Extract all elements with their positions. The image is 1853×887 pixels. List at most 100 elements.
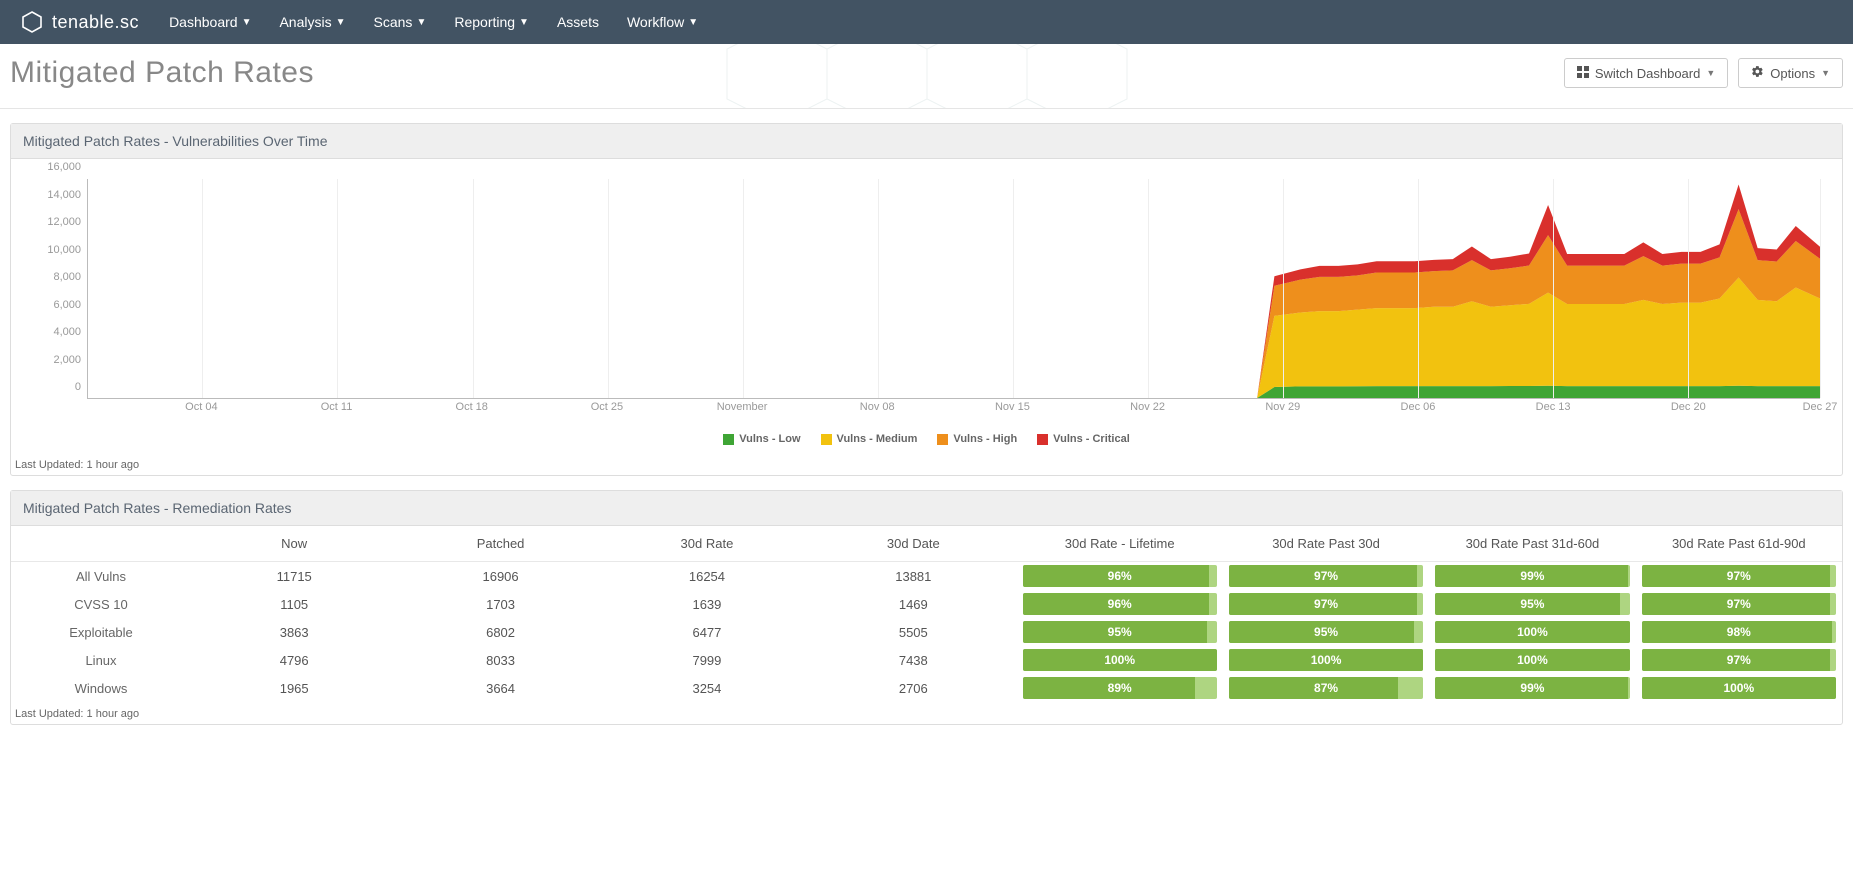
gridline <box>1688 179 1689 398</box>
page-actions: Switch Dashboard ▼ Options ▼ <box>1564 58 1843 88</box>
gridline <box>473 179 474 398</box>
progress-bar: 100% <box>1023 649 1217 671</box>
pct-cell: 95% <box>1223 618 1429 646</box>
progress-text: 100% <box>1023 649 1217 671</box>
progress-text: 99% <box>1435 565 1629 587</box>
cell: 2706 <box>810 674 1016 702</box>
area-chart[interactable]: 02,0004,0006,0008,00010,00012,00014,0001… <box>23 169 1830 429</box>
plot-area <box>87 179 1820 399</box>
x-tick-label: Dec 27 <box>1803 401 1838 413</box>
progress-bar: 95% <box>1229 621 1423 643</box>
table-header-row: NowPatched30d Rate30d Date30d Rate - Lif… <box>11 526 1842 562</box>
legend-label: Vulns - High <box>953 433 1017 445</box>
nav-reporting[interactable]: Reporting ▼ <box>454 14 529 30</box>
pct-cell: 87% <box>1223 674 1429 702</box>
navbar: tenable.sc Dashboard▼Analysis▼Scans▼Repo… <box>0 0 1853 44</box>
switch-dashboard-button[interactable]: Switch Dashboard ▼ <box>1564 58 1728 88</box>
progress-text: 89% <box>1023 677 1217 699</box>
cell: 6477 <box>604 618 810 646</box>
legend-item[interactable]: Vulns - High <box>937 433 1017 445</box>
caret-down-icon: ▼ <box>1821 68 1830 78</box>
x-tick-label: Oct 11 <box>321 401 353 413</box>
page-header: Mitigated Patch Rates Switch Dashboard ▼… <box>0 44 1853 109</box>
progress-bar: 99% <box>1435 565 1629 587</box>
cell: 16906 <box>397 562 603 591</box>
legend-item[interactable]: Vulns - Low <box>723 433 800 445</box>
progress-bar: 100% <box>1229 649 1423 671</box>
nav-label: Reporting <box>454 14 515 30</box>
table-body: All Vulns1171516906162541388196%97%99%97… <box>11 562 1842 703</box>
y-tick: 16,000 <box>47 161 81 173</box>
progress-bar: 96% <box>1023 593 1217 615</box>
options-label: Options <box>1770 66 1815 81</box>
progress-bar: 95% <box>1023 621 1217 643</box>
cell: 11715 <box>191 562 397 591</box>
options-button[interactable]: Options ▼ <box>1738 58 1843 88</box>
nav-label: Workflow <box>627 14 684 30</box>
progress-text: 95% <box>1229 621 1423 643</box>
column-header: 30d Date <box>810 526 1016 562</box>
progress-bar: 99% <box>1435 677 1629 699</box>
x-tick-label: Dec 06 <box>1401 401 1436 413</box>
y-tick: 0 <box>75 381 81 393</box>
chart-legend: Vulns - Low Vulns - Medium Vulns - High Vul… <box>23 433 1830 445</box>
progress-text: 97% <box>1642 565 1836 587</box>
table-row: Windows196536643254270689%87%99%100% <box>11 674 1842 702</box>
nav-dashboard[interactable]: Dashboard ▼ <box>169 14 251 30</box>
legend-item[interactable]: Vulns - Critical <box>1037 433 1130 445</box>
cell: 3254 <box>604 674 810 702</box>
legend-label: Vulns - Low <box>739 433 800 445</box>
x-tick-label: Nov 22 <box>1130 401 1165 413</box>
brand-text: tenable.sc <box>52 12 139 33</box>
pct-cell: 100% <box>1017 646 1223 674</box>
remediation-table: NowPatched30d Rate30d Date30d Rate - Lif… <box>11 526 1842 702</box>
progress-text: 100% <box>1642 677 1836 699</box>
cell: 6802 <box>397 618 603 646</box>
caret-down-icon: ▼ <box>242 17 252 28</box>
nav-label: Assets <box>557 14 599 30</box>
nav-scans[interactable]: Scans▼ <box>374 14 427 30</box>
gridline <box>1283 179 1284 398</box>
y-tick: 10,000 <box>47 244 81 256</box>
cell: All Vulns <box>11 562 191 591</box>
progress-bar: 97% <box>1642 593 1836 615</box>
cell: 1965 <box>191 674 397 702</box>
progress-text: 98% <box>1642 621 1836 643</box>
caret-down-icon: ▼ <box>1706 68 1715 78</box>
cell: 1703 <box>397 590 603 618</box>
cell: 1639 <box>604 590 810 618</box>
pct-cell: 96% <box>1017 590 1223 618</box>
x-tick-label: Oct 04 <box>185 401 217 413</box>
panel-title: Mitigated Patch Rates - Vulnerabilities … <box>11 124 1842 159</box>
y-tick: 2,000 <box>53 354 81 366</box>
nav-analysis[interactable]: Analysis▼ <box>279 14 345 30</box>
progress-text: 100% <box>1229 649 1423 671</box>
cell: 3863 <box>191 618 397 646</box>
y-axis: 02,0004,0006,0008,00010,00012,00014,0001… <box>23 179 85 399</box>
gridline <box>1148 179 1149 398</box>
y-tick: 4,000 <box>53 326 81 338</box>
pct-cell: 100% <box>1429 646 1635 674</box>
x-tick-label: Dec 13 <box>1536 401 1571 413</box>
panel-body: 02,0004,0006,0008,00010,00012,00014,0001… <box>11 159 1842 453</box>
panel-body: NowPatched30d Rate30d Date30d Rate - Lif… <box>11 526 1842 702</box>
brand-logo[interactable]: tenable.sc <box>20 10 139 34</box>
progress-text: 97% <box>1642 649 1836 671</box>
gridline <box>337 179 338 398</box>
legend-item[interactable]: Vulns - Medium <box>821 433 918 445</box>
nav-label: Analysis <box>279 14 331 30</box>
nav-label: Scans <box>374 14 413 30</box>
nav-label: Dashboard <box>169 14 238 30</box>
nav-assets[interactable]: Assets <box>557 14 599 30</box>
gear-icon <box>1751 65 1764 81</box>
y-tick: 8,000 <box>53 271 81 283</box>
column-header: 30d Rate Past 31d-60d <box>1429 526 1635 562</box>
cell: 13881 <box>810 562 1016 591</box>
pct-cell: 98% <box>1636 618 1842 646</box>
progress-bar: 100% <box>1642 677 1836 699</box>
caret-down-icon: ▼ <box>519 17 529 28</box>
progress-text: 100% <box>1435 649 1629 671</box>
nav-workflow[interactable]: Workflow▼ <box>627 14 698 30</box>
cell: Exploitable <box>11 618 191 646</box>
x-tick-label: November <box>717 401 768 413</box>
